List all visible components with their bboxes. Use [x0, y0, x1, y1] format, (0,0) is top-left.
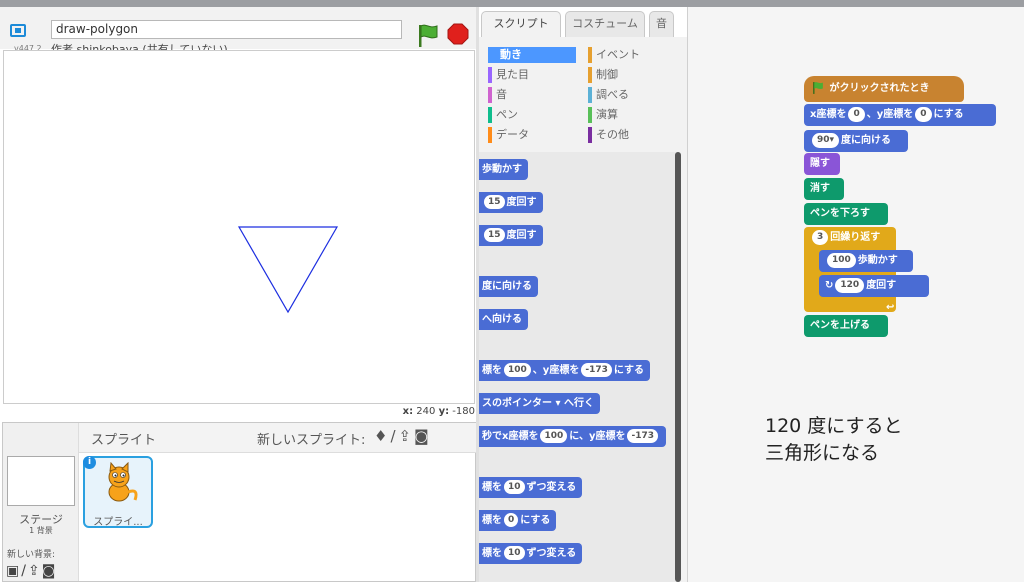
category-data[interactable]: データ: [488, 127, 576, 143]
stage-column: ステージ 1 背景 新しい背景: ▣/⇪◙: [3, 423, 79, 581]
tab-scripts[interactable]: スクリプト: [481, 11, 561, 37]
upload-icon[interactable]: ⇪: [399, 427, 415, 445]
sprite-tile[interactable]: i スプライ...: [83, 456, 153, 528]
clear-block[interactable]: 消す: [804, 178, 844, 200]
backdrop-count: 1 背景: [29, 526, 53, 535]
new-sprite-label: 新しいスプライト:: [257, 433, 366, 448]
image-icon[interactable]: ▣: [6, 563, 21, 579]
sprite-pane: ステージ 1 背景 新しい背景: ▣/⇪◙ スプライト 新しいスプライト: ♦/…: [2, 422, 476, 582]
palette-block-turn-left[interactable]: 15 度回す: [479, 225, 543, 246]
palette-block-point-towards[interactable]: へ向ける: [479, 309, 528, 330]
upload-icon[interactable]: ⇪: [28, 563, 42, 579]
palette-block-turn-right[interactable]: 15 度回す: [479, 192, 543, 213]
point-direction-block[interactable]: 90▾ 度に向ける: [804, 130, 908, 152]
repeat-block-label: 3 回繰り返す: [810, 227, 880, 249]
category-sound[interactable]: 音: [488, 87, 576, 103]
pen-down-block[interactable]: ペンを下ろす: [804, 203, 888, 225]
paint-icon[interactable]: /: [390, 427, 398, 445]
category-more-blocks[interactable]: その他: [588, 127, 676, 143]
stage-thumbnail[interactable]: [7, 456, 75, 506]
palette-block-goto-pointer[interactable]: スのポインター ▾ へ行く: [479, 393, 600, 414]
camera-icon[interactable]: ◙: [42, 563, 58, 579]
goto-xy-block[interactable]: x座標を 0 、y座標を 0 にする: [804, 104, 996, 126]
palette-block-change-x[interactable]: 標を 10 ずつ変える: [479, 477, 583, 498]
hide-block[interactable]: 隠す: [804, 153, 840, 175]
palette-blocks: 歩動かす 15 度回す 15 度回す 度に向ける へ向ける 標を 100 、y座標を -1…: [479, 152, 679, 582]
note-line-2: 三角形になる: [765, 442, 880, 464]
move-block[interactable]: 100 歩動かす: [819, 250, 913, 272]
camera-icon[interactable]: ◙: [414, 427, 432, 445]
note-line-1: 120 度にすると: [765, 415, 903, 437]
palette-block-point-direction[interactable]: 度に向ける: [479, 276, 538, 297]
palette-scrollbar[interactable]: [675, 152, 681, 582]
turn-block[interactable]: ↻ 120 度回す: [819, 275, 929, 297]
coord-x: 240: [416, 406, 436, 417]
category-events[interactable]: イベント: [588, 47, 676, 63]
cat-sprite-icon: [108, 462, 138, 502]
new-sprite-icons[interactable]: ♦/⇪◙: [374, 427, 432, 445]
new-backdrop-label: 新しい背景:: [7, 550, 56, 560]
coord-y: -180: [452, 406, 475, 417]
top-menu-bar: [0, 0, 1024, 7]
paint-icon[interactable]: /: [21, 563, 28, 579]
green-flag-icon: [813, 82, 823, 94]
category-operators[interactable]: 演算: [588, 107, 676, 123]
fullscreen-icon[interactable]: [10, 24, 26, 37]
editor-tabs: スクリプト コスチューム 音: [479, 7, 689, 37]
tab-costumes[interactable]: コスチューム: [565, 11, 645, 37]
drawn-triangle: [237, 226, 339, 314]
stage-header: v447.2 draw-polygon 作者 shinkobaya (共有してい…: [0, 7, 476, 56]
palette-block-set-x[interactable]: 標を 0 にする: [479, 510, 557, 531]
project-title-input[interactable]: draw-polygon: [51, 20, 402, 39]
when-flag-clicked-block[interactable]: がクリックされたとき: [804, 76, 964, 102]
palette-block-change-y[interactable]: 標を 10 ずつ変える: [479, 543, 583, 564]
new-backdrop-icons[interactable]: ▣/⇪◙: [6, 563, 57, 579]
palette-block-glide[interactable]: 秒でx座標を 100 に、y座標を -173: [479, 426, 666, 447]
stage-canvas[interactable]: [3, 50, 475, 404]
stop-icon[interactable]: [447, 23, 469, 45]
category-pen[interactable]: ペン: [488, 107, 576, 123]
category-looks[interactable]: 見た目: [488, 67, 576, 83]
palette-block-goto-xy[interactable]: 標を 100 、y座標を -173 にする: [479, 360, 650, 381]
mouse-coordinates: x: 240 y: -180: [402, 406, 475, 417]
tab-sounds[interactable]: 音: [649, 11, 674, 37]
category-list: 動き 見た目 音 ペン データ イベント 制御 調べる 演算 その他: [479, 37, 687, 152]
palette-block-move[interactable]: 歩動かす: [479, 159, 528, 180]
turn-right-icon: ↻: [825, 280, 834, 291]
pen-up-block[interactable]: ペンを上げる: [804, 315, 888, 337]
category-motion[interactable]: 動き: [488, 47, 576, 63]
info-icon[interactable]: i: [83, 456, 96, 469]
green-flag-icon[interactable]: [417, 23, 439, 49]
category-sensing[interactable]: 調べる: [588, 87, 676, 103]
sprite-name: スプライ...: [93, 517, 143, 528]
sprite-header-title: スプライト: [91, 433, 157, 448]
sprite-library-icon[interactable]: ♦: [374, 427, 390, 445]
annotation-note: 120 度にすると 三角形になる: [765, 413, 903, 467]
sprite-header: スプライト 新しいスプライト: ♦/⇪◙: [79, 423, 476, 453]
category-control[interactable]: 制御: [588, 67, 676, 83]
